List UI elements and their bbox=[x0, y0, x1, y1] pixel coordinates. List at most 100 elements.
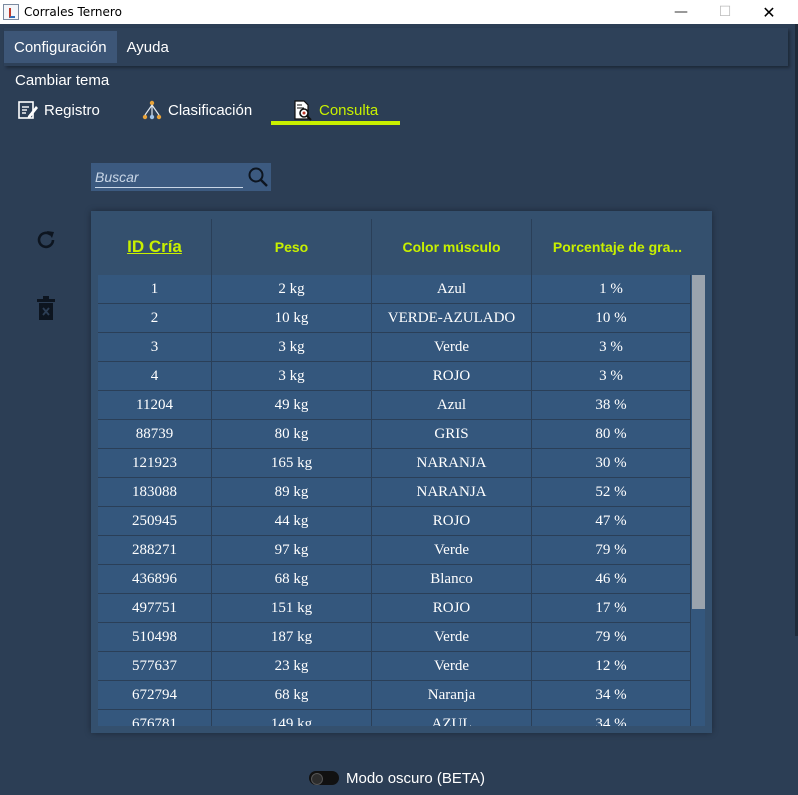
table-row[interactable]: 43 kg ROJO 3 % bbox=[98, 362, 691, 391]
close-button[interactable]: ✕ bbox=[746, 0, 792, 24]
tab-registro-label: Registro bbox=[44, 101, 100, 119]
table-row[interactable]: 33 kg Verde 3 % bbox=[98, 333, 691, 362]
table-header: ID Cría Peso Color músculo Porcentaje de… bbox=[98, 219, 703, 275]
menu-configuracion[interactable]: Configuración bbox=[4, 31, 117, 63]
table-row[interactable]: 497751 151 kg ROJO 17 % bbox=[98, 594, 691, 623]
table-row[interactable]: 288271 97 kg Verde 79 % bbox=[98, 536, 691, 565]
cell-porcentaje-grasa: 47 % bbox=[532, 507, 691, 536]
cell-peso: 89 kg bbox=[212, 478, 372, 507]
cell-color-musculo: Verde bbox=[372, 536, 532, 565]
cell-peso: 151 kg bbox=[212, 594, 372, 623]
cell-id-cria: 672794 bbox=[98, 681, 212, 710]
table-row[interactable]: 11204 49 kg Azul 38 % bbox=[98, 391, 691, 420]
table-row[interactable]: 510498 187 kg Verde 79 % bbox=[98, 623, 691, 652]
cell-color-musculo: AZUL bbox=[372, 710, 532, 726]
cell-peso: 2 kg bbox=[212, 275, 372, 304]
table-row[interactable]: 672794 68 kg Naranja 34 % bbox=[98, 681, 691, 710]
cell-peso: 10 kg bbox=[212, 304, 372, 333]
table-row[interactable]: 183088 89 kg NARANJA 52 % bbox=[98, 478, 691, 507]
cell-id-cria: 250945 bbox=[98, 507, 212, 536]
cell-id-cria: 497751 bbox=[98, 594, 212, 623]
cell-peso: 187 kg bbox=[212, 623, 372, 652]
cell-porcentaje-grasa: 30 % bbox=[532, 449, 691, 478]
cell-color-musculo: VERDE-AZULADO bbox=[372, 304, 532, 333]
cell-color-musculo: NARANJA bbox=[372, 478, 532, 507]
cell-id-cria: 288271 bbox=[98, 536, 212, 565]
table-row[interactable]: 436896 68 kg Blanco 46 % bbox=[98, 565, 691, 594]
dark-mode-toggle[interactable] bbox=[309, 771, 339, 785]
cell-id-cria: 436896 bbox=[98, 565, 212, 594]
results-table: ID Cría Peso Color músculo Porcentaje de… bbox=[91, 211, 712, 733]
maximize-button[interactable]: ☐ bbox=[702, 0, 748, 24]
trash-icon bbox=[35, 295, 57, 327]
delete-button[interactable] bbox=[33, 295, 59, 327]
cell-peso: 68 kg bbox=[212, 681, 372, 710]
cell-porcentaje-grasa: 52 % bbox=[532, 478, 691, 507]
cell-color-musculo: Blanco bbox=[372, 565, 532, 594]
cell-porcentaje-grasa: 46 % bbox=[532, 565, 691, 594]
cell-peso: 165 kg bbox=[212, 449, 372, 478]
column-header-porcentaje-grasa[interactable]: Porcentaje de gra... bbox=[532, 219, 703, 275]
cell-porcentaje-grasa: 79 % bbox=[532, 536, 691, 565]
cell-id-cria: 577637 bbox=[98, 652, 212, 681]
refresh-icon bbox=[34, 228, 58, 257]
search-input[interactable] bbox=[95, 166, 243, 188]
cell-porcentaje-grasa: 79 % bbox=[532, 623, 691, 652]
title-bar: Corrales Ternero — ☐ ✕ bbox=[0, 0, 798, 24]
cell-color-musculo: Verde bbox=[372, 333, 532, 362]
cell-porcentaje-grasa: 3 % bbox=[532, 362, 691, 391]
column-header-color-musculo[interactable]: Color músculo bbox=[372, 219, 532, 275]
cell-peso: 3 kg bbox=[212, 362, 372, 391]
menu-item-cambiar-tema[interactable]: Cambiar tema bbox=[15, 72, 109, 89]
java-app-icon bbox=[3, 4, 19, 20]
search-box bbox=[91, 163, 271, 191]
cell-porcentaje-grasa: 38 % bbox=[532, 391, 691, 420]
cell-id-cria: 4 bbox=[98, 362, 212, 391]
cell-id-cria: 1 bbox=[98, 275, 212, 304]
cell-porcentaje-grasa: 34 % bbox=[532, 681, 691, 710]
cell-peso: 44 kg bbox=[212, 507, 372, 536]
window-title: Corrales Ternero bbox=[24, 5, 122, 19]
cell-peso: 149 kg bbox=[212, 710, 372, 726]
cell-color-musculo: ROJO bbox=[372, 594, 532, 623]
table-row[interactable]: 121923 165 kg NARANJA 30 % bbox=[98, 449, 691, 478]
menu-bar: Configuración Ayuda bbox=[4, 28, 788, 66]
search-document-icon bbox=[292, 99, 314, 121]
tab-clasificacion[interactable]: Clasificación bbox=[141, 95, 252, 125]
cell-porcentaje-grasa: 12 % bbox=[532, 652, 691, 681]
cell-color-musculo: ROJO bbox=[372, 507, 532, 536]
table-row[interactable]: 2 10 kg VERDE-AZULADO 10 % bbox=[98, 304, 691, 333]
cell-color-musculo: Naranja bbox=[372, 681, 532, 710]
tab-consulta-label: Consulta bbox=[319, 101, 379, 119]
column-header-id-cria[interactable]: ID Cría bbox=[98, 219, 212, 275]
tab-clasificacion-label: Clasificación bbox=[168, 101, 253, 119]
cell-color-musculo: Verde bbox=[372, 623, 532, 652]
cell-color-musculo: Azul bbox=[372, 391, 532, 420]
cell-id-cria: 88739 bbox=[98, 420, 212, 449]
table-row[interactable]: 577637 23 kg Verde 12 % bbox=[98, 652, 691, 681]
selected-tab-indicator bbox=[271, 121, 400, 125]
cell-color-musculo: GRIS bbox=[372, 420, 532, 449]
cell-porcentaje-grasa: 34 % bbox=[532, 710, 691, 726]
cell-porcentaje-grasa: 3 % bbox=[532, 333, 691, 362]
refresh-button[interactable] bbox=[33, 229, 59, 255]
table-row[interactable]: 88739 80 kg GRIS 80 % bbox=[98, 420, 691, 449]
edit-icon bbox=[17, 99, 39, 121]
cell-id-cria: 2 bbox=[98, 304, 212, 333]
cell-peso: 49 kg bbox=[212, 391, 372, 420]
cell-peso: 97 kg bbox=[212, 536, 372, 565]
table-row[interactable]: 250945 44 kg ROJO 47 % bbox=[98, 507, 691, 536]
cell-peso: 68 kg bbox=[212, 565, 372, 594]
scrollbar-thumb[interactable] bbox=[692, 275, 705, 609]
table-body: 12 kg Azul 1 % 2 10 kg VERDE-AZULADO 10 % 3 3 kg… bbox=[98, 275, 691, 726]
table-row[interactable]: 12 kg Azul 1 % bbox=[98, 275, 691, 304]
minimize-button[interactable]: — bbox=[658, 0, 704, 24]
tab-registro[interactable]: Registro bbox=[17, 95, 100, 125]
tree-icon bbox=[141, 99, 163, 121]
search-icon[interactable] bbox=[247, 166, 269, 188]
menu-ayuda[interactable]: Ayuda bbox=[117, 31, 179, 63]
cell-peso: 80 kg bbox=[212, 420, 372, 449]
cell-id-cria: 510498 bbox=[98, 623, 212, 652]
table-row[interactable]: 676781 149 kg AZUL 34 % bbox=[98, 710, 691, 726]
column-header-peso[interactable]: Peso bbox=[212, 219, 372, 275]
